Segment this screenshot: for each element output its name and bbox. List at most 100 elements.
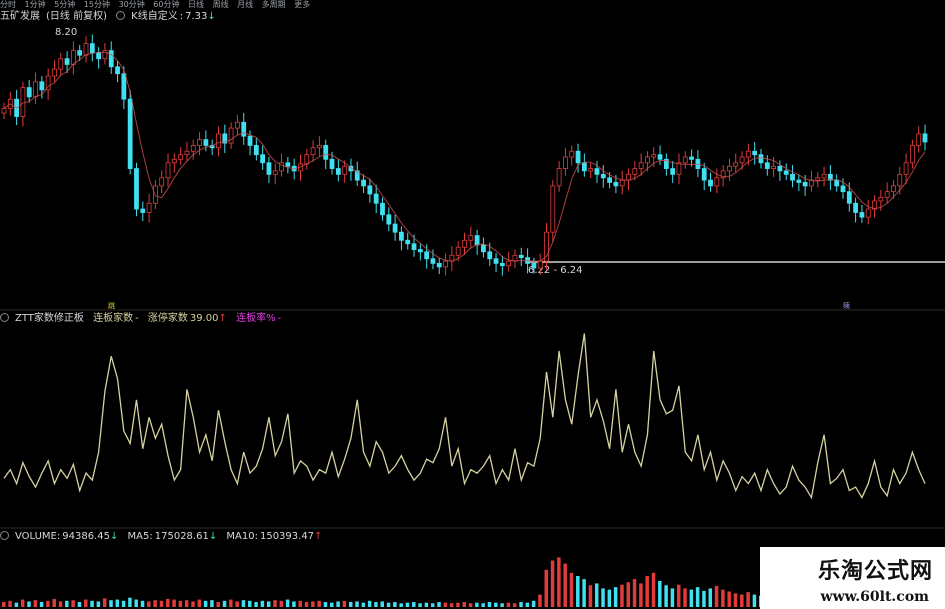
volume-bar	[645, 576, 649, 607]
volume-bar	[683, 588, 687, 607]
volume-bar	[33, 600, 38, 607]
volume-bar	[39, 602, 44, 607]
volume-bar	[512, 603, 517, 607]
volume-bar	[752, 594, 757, 607]
candle-body	[550, 185, 556, 233]
volume-bar	[733, 593, 738, 607]
candle-body	[563, 156, 568, 169]
candle-body	[701, 168, 707, 181]
volume-bar	[2, 602, 6, 607]
volume-bar	[418, 603, 422, 607]
candle-body	[58, 58, 64, 70]
watermark-title: 乐淘公式网	[817, 558, 933, 584]
volume-bar	[620, 584, 624, 607]
volume-bar	[380, 601, 384, 607]
volume-bar	[260, 600, 265, 607]
candle-body	[645, 156, 650, 164]
candle-body	[745, 150, 751, 158]
volume-bar	[676, 584, 681, 607]
volume-bar	[500, 603, 504, 607]
candle-body	[335, 168, 341, 175]
volume-bar	[632, 579, 637, 607]
volume-bar	[311, 601, 315, 607]
volume-bar	[708, 588, 713, 607]
volume-bar	[222, 600, 227, 607]
candle-body	[752, 150, 758, 156]
volume-bar	[248, 600, 252, 607]
candle-body	[783, 170, 789, 175]
volume-bar	[468, 603, 473, 607]
candle-body	[531, 262, 537, 269]
candle-body	[127, 98, 133, 169]
candle-body	[241, 121, 247, 137]
candle-body	[392, 223, 398, 233]
candle-body	[853, 202, 859, 213]
candle-body	[108, 50, 114, 68]
volume-bar	[626, 582, 631, 607]
candle-body	[411, 243, 417, 250]
candle-body	[216, 133, 221, 149]
candle-body	[575, 150, 581, 164]
candle-body	[26, 87, 32, 98]
candle-body	[651, 154, 657, 158]
volume-bar	[134, 599, 138, 607]
candle-body	[165, 162, 171, 179]
candle-body	[903, 162, 909, 175]
volume-bar	[210, 600, 214, 607]
candle-body	[33, 81, 38, 98]
volume-bar	[279, 600, 284, 607]
candle-body	[146, 202, 152, 213]
candle-body	[714, 177, 720, 187]
signal-marker: 赎	[843, 301, 850, 310]
candle-body	[682, 156, 688, 164]
candle-body	[235, 121, 240, 129]
candle-body	[771, 165, 777, 169]
volume-bar	[355, 601, 359, 607]
candle-body	[260, 154, 266, 164]
volume-bar	[115, 599, 120, 607]
volume-bar	[374, 602, 378, 607]
volume-bar	[216, 602, 220, 607]
volume-bar	[727, 591, 731, 607]
candle-body	[424, 251, 430, 260]
volume-bar	[475, 602, 479, 607]
candle-body	[815, 177, 821, 181]
candle-body	[916, 133, 922, 146]
volume-bar	[128, 597, 132, 607]
candle-body	[777, 165, 783, 172]
volume-bar	[84, 599, 88, 607]
volume-bar	[613, 587, 618, 607]
volume-bar	[71, 600, 75, 607]
candle-body	[846, 191, 852, 204]
volume-bar	[481, 603, 485, 607]
candle-body	[317, 145, 322, 149]
volume-bar	[46, 600, 50, 607]
candle-body	[228, 127, 234, 144]
volume-bar	[430, 603, 435, 607]
candle-body	[796, 179, 802, 183]
candle-body	[455, 246, 461, 256]
candle-body	[373, 193, 379, 204]
candle-body	[140, 208, 146, 213]
candle-body	[821, 173, 827, 179]
candle-body	[518, 254, 524, 259]
volume-bar	[506, 602, 511, 607]
candle-body	[266, 162, 272, 175]
volume-bar	[317, 600, 321, 607]
volume-bar	[544, 569, 549, 607]
volume-bar	[342, 600, 347, 607]
volume-bar	[140, 600, 145, 607]
candle-body	[52, 68, 57, 77]
volume-bar	[229, 599, 233, 607]
volume-bar	[607, 589, 612, 607]
volume-bar	[96, 601, 101, 607]
candle-body	[909, 145, 915, 164]
volume-bar	[159, 600, 164, 607]
candle-body	[272, 170, 278, 175]
volume-bar	[65, 600, 69, 607]
candle-body	[203, 139, 209, 146]
volume-bar	[412, 602, 416, 607]
candle-body	[64, 58, 70, 65]
volume-bar	[235, 601, 239, 607]
volume-bar	[153, 600, 157, 607]
